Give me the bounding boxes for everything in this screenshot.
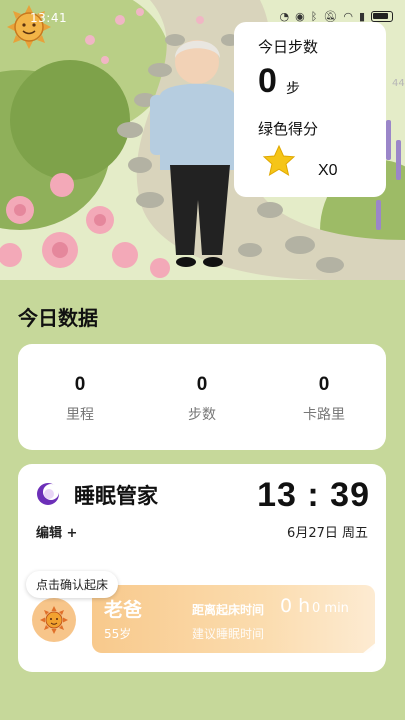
wake-countdown-label: 距离起床时间 [192,603,265,617]
clock-date: 6月27日 周五 [287,526,368,541]
stat-label: 里程 [66,407,94,423]
steps-unit: 步 [286,81,300,97]
edit-button[interactable]: 编辑 + [36,522,77,541]
wake-hours: 0 h [280,595,311,617]
steps-value: 0 [258,62,277,100]
stat-steps: 0 步数 [152,374,252,424]
clock-time: 13 : 39 [257,476,370,514]
stat-value: 0 [74,374,86,395]
star-icon [262,144,296,177]
sleep-manager-title: 睡眠管家 [74,484,158,508]
star-count: X0 [318,162,338,179]
steps-title: 今日步数 [258,38,319,56]
member-age: 55岁 [104,627,132,641]
sun-icon [40,606,68,634]
battery-icon [371,11,393,22]
stat-label: 步数 [188,407,216,423]
swipe-arrow-icon [352,636,384,662]
today-stats-card: 0 里程 0 步数 0 卡路里 [18,344,386,450]
today-data-title: 今日数据 [18,306,98,330]
side-text: 44a [392,78,405,89]
stat-label: 卡路里 [303,407,345,423]
wake-minutes: 0 min [312,601,349,616]
stat-distance: 0 里程 [30,374,130,424]
status-time: 13:41 [30,11,68,25]
stat-calories: 0 卡路里 [274,374,374,424]
moon-icon [37,483,59,505]
stat-value: 0 [318,374,330,395]
green-score-title: 绿色得分 [258,120,319,138]
confirm-wake-tooltip: 点击确认起床 [26,571,119,598]
confirm-wake-button[interactable] [32,598,76,642]
family-member-panel[interactable]: 老爸 55岁 距离起床时间 0 h 0 min 建议睡眠时间 [92,585,375,653]
member-name: 老爸 [104,599,143,621]
stat-value: 0 [196,374,208,395]
sleep-advice: 建议睡眠时间 [192,627,265,641]
steps-card: 今日步数 0 步 绿色得分 X0 [234,22,386,197]
